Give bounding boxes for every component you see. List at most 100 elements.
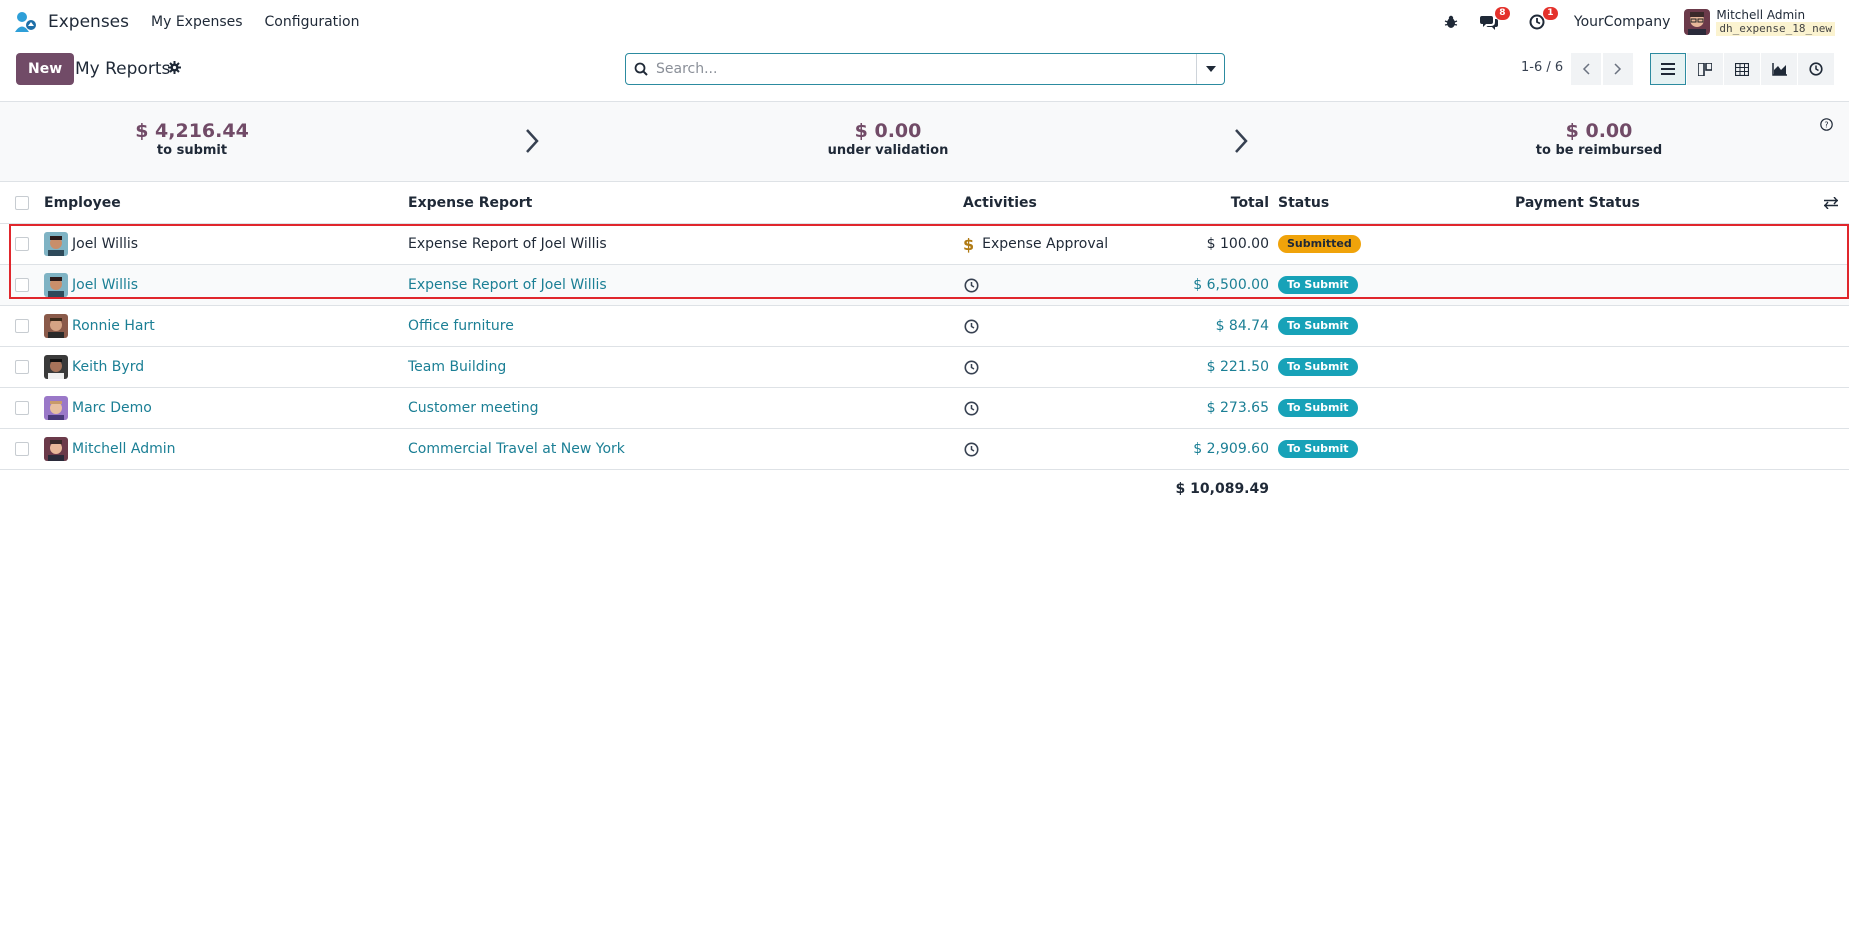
table-header: Employee Expense Report Activities Total… [0,182,1849,224]
header-payment-status[interactable]: Payment Status [1515,182,1640,223]
header-employee[interactable]: Employee [44,182,121,223]
header-expense-report[interactable]: Expense Report [408,182,532,223]
company-switcher[interactable]: YourCompany [1574,14,1671,30]
avatar [44,314,68,338]
messages-count-badge: 8 [1494,7,1510,20]
total-amount: $ 6,500.00 [1193,277,1269,293]
status-cell: Submitted [1278,224,1361,264]
activity-label: Expense Approval [982,236,1109,252]
bug-icon[interactable] [1440,11,1462,33]
header-activities[interactable]: Activities [963,182,1037,223]
clock-icon[interactable] [964,388,979,428]
chevron-left-icon[interactable] [1571,53,1601,85]
summary-to-submit[interactable]: $ 4,216.44 to submit [72,119,312,159]
status-cell: To Submit [1278,265,1358,305]
kanban-view-icon[interactable] [1687,53,1723,85]
database-name: dh_expense_18_new [1716,22,1835,36]
total-amount: $ 2,909.60 [1193,441,1269,457]
table-row[interactable]: Marc Demo Customer meeting $ 273.65 To S… [0,388,1849,429]
expense-report-name[interactable]: Commercial Travel at New York [408,429,625,469]
chat-icon[interactable]: 8 [1478,7,1510,33]
status-badge: Submitted [1278,235,1361,253]
chevron-right-icon[interactable] [1603,53,1633,85]
clock-icon[interactable] [964,347,979,387]
employee-cell[interactable]: Mitchell Admin [44,429,176,469]
expense-report-name[interactable]: Expense Report of Joel Willis [408,224,607,264]
employee-cell[interactable]: Joel Willis [44,224,138,264]
row-checkbox[interactable] [15,347,29,387]
avatar [44,355,68,379]
table-row[interactable]: Keith Byrd Team Building $ 221.50 To Sub… [0,347,1849,388]
status-cell: To Submit [1278,388,1358,428]
gear-icon[interactable] [168,61,181,78]
top-navbar: Expenses My Expenses Configuration 8 1 Y… [0,0,1849,44]
expense-report-name[interactable]: Customer meeting [408,388,538,428]
pivot-view-icon[interactable] [1724,53,1760,85]
activity-view-icon[interactable] [1798,53,1834,85]
avatar [44,273,68,297]
employee-cell[interactable]: Marc Demo [44,388,152,428]
header-total[interactable]: Total [1150,182,1269,223]
expense-report-name[interactable]: Expense Report of Joel Willis [408,265,607,305]
clock-icon[interactable] [964,306,979,346]
expense-summary-bar: $ 4,216.44 to submit $ 0.00 under valida… [0,102,1849,182]
avatar [44,437,68,461]
dollar-icon: $ [963,234,975,254]
new-button[interactable]: New [16,53,75,85]
search-input[interactable] [656,54,1196,84]
row-checkbox[interactable] [15,224,29,264]
header-status[interactable]: Status [1278,182,1329,223]
help-icon[interactable]: ? [1820,118,1833,135]
clock-icon[interactable]: 1 [1526,7,1558,33]
optional-columns-icon[interactable] [1824,182,1838,223]
navbar-systray: 8 1 YourCompany Mitchell Admin dh_expens… [1440,0,1849,44]
table-row[interactable]: Ronnie Hart Office furniture $ 84.74 To … [0,306,1849,347]
under-validation-amount: $ 0.00 [854,120,922,142]
activity-cell[interactable]: $ Expense Approval [963,224,1108,264]
row-checkbox[interactable] [15,388,29,428]
graph-view-icon[interactable] [1761,53,1797,85]
app-name[interactable]: Expenses [48,12,129,32]
employee-name: Keith Byrd [72,359,145,375]
list-view-icon[interactable] [1650,53,1686,85]
svg-text:?: ? [1824,121,1828,130]
status-badge: To Submit [1278,276,1358,294]
caret-down-icon[interactable] [1196,54,1224,84]
table-row[interactable]: Joel Willis Expense Report of Joel Willi… [0,224,1849,265]
expense-report-name[interactable]: Office furniture [408,306,514,346]
chevron-right-icon [1234,128,1248,158]
row-checkbox[interactable] [15,429,29,469]
to-be-reimbursed-label: to be reimbursed [1535,143,1663,158]
row-checkbox[interactable] [15,306,29,346]
to-submit-label: to submit [156,143,228,158]
select-all-checkbox[interactable] [15,182,29,223]
table-row[interactable]: Joel Willis Expense Report of Joel Willi… [0,265,1849,306]
summary-to-be-reimbursed[interactable]: $ 0.00 to be reimbursed [1479,119,1719,159]
expenses-logo-icon[interactable] [14,11,38,33]
expense-report-name[interactable]: Team Building [408,347,506,387]
clock-icon[interactable] [964,265,979,305]
user-menu[interactable]: Mitchell Admin dh_expense_18_new [1684,8,1835,36]
employee-cell[interactable]: Joel Willis [44,265,138,305]
employee-cell[interactable]: Ronnie Hart [44,306,155,346]
menu-configuration[interactable]: Configuration [265,14,360,30]
activities-count-badge: 1 [1542,7,1558,20]
user-name: Mitchell Admin [1716,8,1806,22]
page-title: My Reports [75,59,171,79]
menu-my-expenses[interactable]: My Expenses [151,14,243,30]
row-checkbox[interactable] [15,265,29,305]
table-row[interactable]: Mitchell Admin Commercial Travel at New … [0,429,1849,470]
avatar [44,232,68,256]
pager-value[interactable]: 1-6 / 6 [1521,60,1563,75]
chevron-right-icon [525,128,539,158]
clock-icon[interactable] [964,429,979,469]
total-amount: $ 84.74 [1215,318,1269,334]
status-badge: To Submit [1278,399,1358,417]
status-badge: To Submit [1278,317,1358,335]
summary-under-validation[interactable]: $ 0.00 under validation [768,119,1008,159]
status-cell: To Submit [1278,347,1358,387]
employee-cell[interactable]: Keith Byrd [44,347,144,387]
employee-name: Ronnie Hart [72,318,155,334]
employee-name: Mitchell Admin [72,441,176,457]
user-avatar [1684,9,1711,35]
